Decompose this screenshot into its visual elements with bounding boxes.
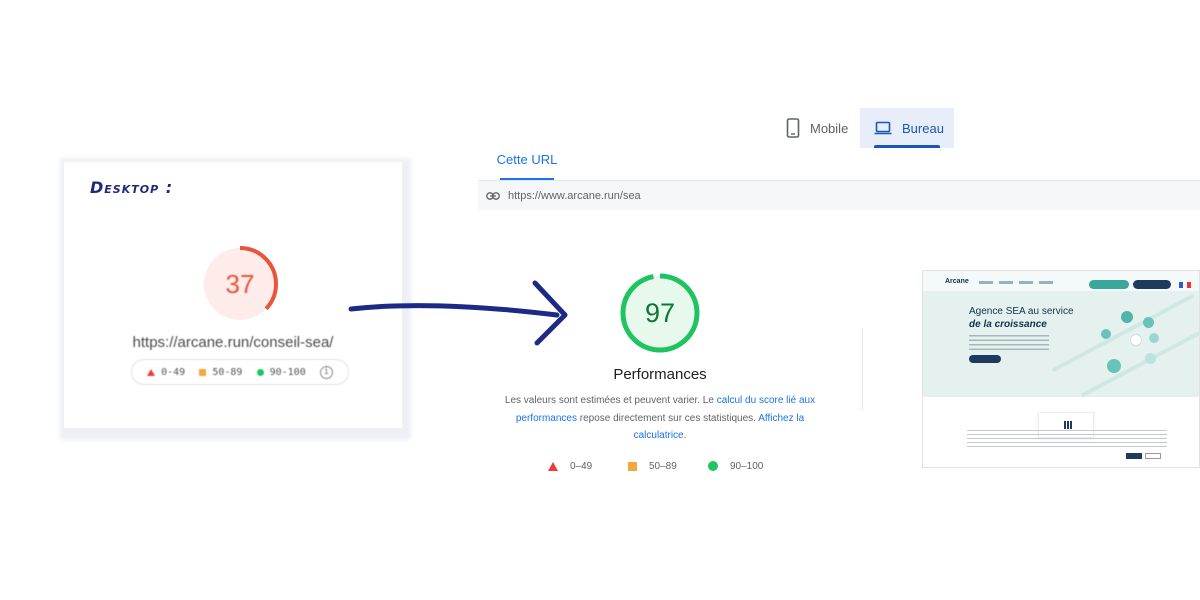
- old-legend-fail-label: 0-49: [161, 366, 186, 378]
- old-report-label: Desktop :: [90, 178, 174, 197]
- thumbnail-button: [1145, 453, 1161, 459]
- smartphone-icon: [786, 118, 800, 138]
- bubble-icon: [1149, 333, 1159, 343]
- old-legend-average: 50-89: [199, 367, 242, 378]
- bubble-icon: [1145, 353, 1156, 364]
- laptop-icon: [874, 121, 892, 135]
- comparison-arrow-icon: [348, 280, 568, 346]
- tab-mobile-label: Mobile: [810, 120, 849, 136]
- new-legend-average-label: 50–89: [649, 460, 677, 472]
- french-flag-icon: [1179, 282, 1191, 288]
- performance-description: Les valeurs sont estimées et peuvent var…: [496, 392, 824, 445]
- bubble-icon: [1121, 311, 1133, 323]
- circle-icon: [256, 368, 264, 376]
- triangle-icon: [147, 368, 156, 376]
- info-icon[interactable]: i: [319, 365, 333, 379]
- thumbnail-logo: Arcane: [945, 278, 969, 285]
- new-score-legend: 0–49 50–89 90–100: [548, 458, 788, 474]
- thumbnail-button: [1133, 280, 1171, 289]
- triangle-icon: [548, 461, 558, 471]
- old-legend-pass: 90-100: [256, 366, 306, 378]
- new-legend-pass: 90–100: [708, 461, 788, 472]
- square-icon: [199, 368, 207, 376]
- thumbnail-subheading: de la croissance: [969, 319, 1047, 330]
- desc-text-3: .: [683, 430, 687, 441]
- bar-chart-icon: [1064, 421, 1072, 429]
- thumbnail-nav-links: [979, 281, 1059, 284]
- thumbnail-button: [1126, 453, 1142, 459]
- tab-desktop[interactable]: Bureau: [860, 108, 954, 148]
- new-legend-fail: 0–49: [548, 461, 628, 472]
- vertical-divider: [862, 328, 863, 410]
- thumbnail-heading: Agence SEA au service: [969, 306, 1074, 317]
- page-screenshot-thumbnail: Arcane Agence SEA au service de la crois…: [922, 270, 1200, 468]
- desc-text-1: Les valeurs sont estimées et peuvent var…: [504, 395, 717, 406]
- tab-this-url[interactable]: Cette URL: [482, 148, 572, 180]
- new-legend-average: 50–89: [628, 461, 708, 472]
- analyzed-url: https://www.arcane.run/sea: [508, 189, 641, 202]
- tab-mobile[interactable]: Mobile: [776, 108, 856, 148]
- old-legend-fail: 0-49: [147, 367, 185, 378]
- bubble-icon: [1107, 359, 1121, 373]
- square-icon: [628, 461, 637, 471]
- circle-icon: [708, 461, 718, 471]
- old-score-value: 37: [225, 268, 255, 299]
- new-legend-fail-label: 0–49: [570, 460, 593, 472]
- bubble-icon: [1130, 334, 1142, 346]
- new-score-value: 97: [644, 297, 676, 328]
- thumbnail-body-text: [967, 430, 1167, 450]
- desc-text-2: repose directement sur ces statistiques.: [576, 412, 759, 424]
- link-icon: [486, 191, 500, 200]
- bubble-icon: [1101, 329, 1111, 339]
- thumbnail-button: [1089, 280, 1129, 289]
- thumbnail-cta: [969, 355, 1001, 363]
- new-legend-pass-label: 90–100: [730, 460, 764, 472]
- tab-desktop-label: Bureau: [902, 120, 944, 136]
- thumbnail-text-lines: [969, 335, 1049, 353]
- performance-title: Performances: [613, 366, 707, 383]
- old-score-legend: 0-49 50-89 90-100 i: [131, 359, 349, 385]
- old-legend-pass-label: 90-100: [269, 366, 306, 378]
- analyzed-url-bar: https://www.arcane.run/sea: [478, 180, 1200, 210]
- bubble-icon: [1143, 317, 1154, 328]
- old-legend-average-label: 50-89: [212, 366, 243, 378]
